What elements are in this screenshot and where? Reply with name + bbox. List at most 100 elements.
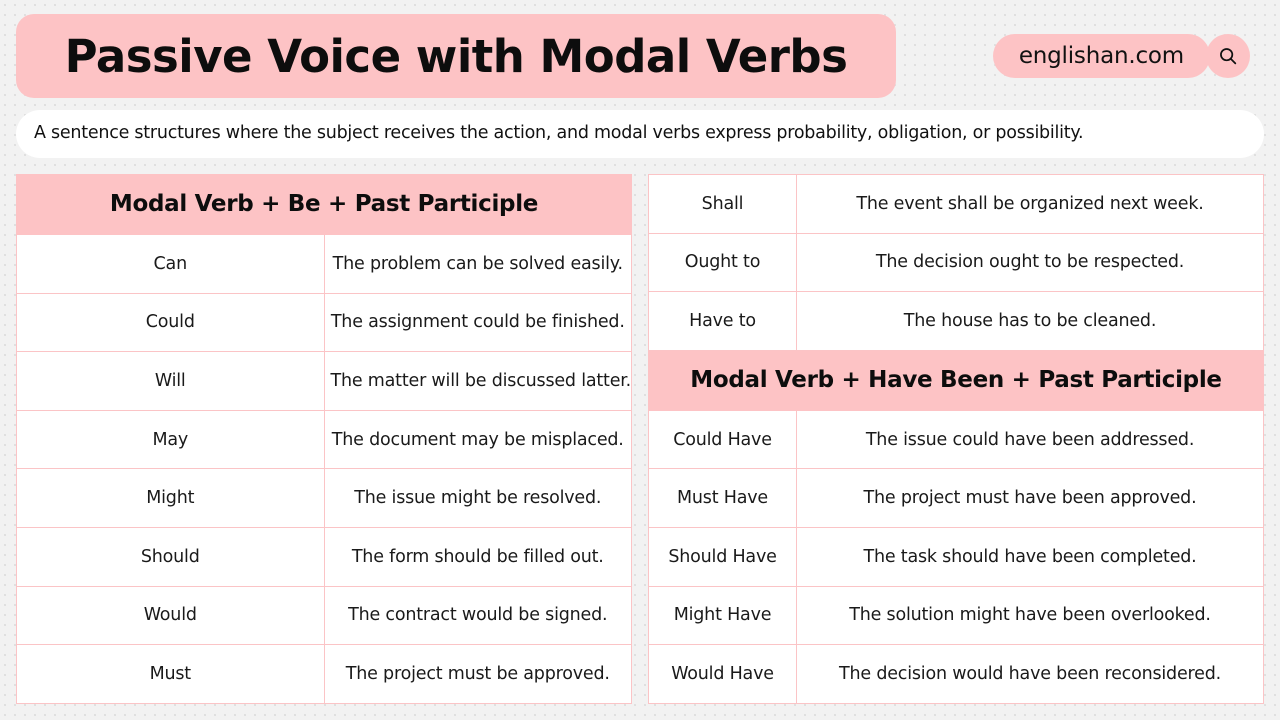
modal-label: Can: [153, 253, 188, 274]
modal-label: Have to: [689, 310, 756, 331]
table-row[interactable]: Would The contract would be signed.: [16, 585, 632, 646]
example-cell: The event shall be organized next week.: [796, 174, 1264, 234]
brand-badge[interactable]: englishan.com: [992, 34, 1250, 78]
band-label: Modal Verb + Have Been + Past Participle: [690, 366, 1222, 393]
subtitle-banner: A sentence structures where the subject …: [16, 110, 1264, 158]
table-band-row: Modal Verb + Have Been + Past Participle: [648, 349, 1264, 411]
example-text: The project must have been approved.: [863, 488, 1197, 509]
search-button[interactable]: [1206, 34, 1250, 78]
modal-cell: Should: [16, 526, 325, 587]
example-text: The document may be misplaced.: [331, 429, 624, 450]
table-row[interactable]: Shall The event shall be organized next …: [648, 174, 1264, 234]
modal-have-been-past-participle-table: Shall The event shall be organized next …: [648, 174, 1264, 704]
example-cell: The project must have been approved.: [796, 468, 1264, 528]
example-text: The house has to be cleaned.: [903, 310, 1157, 331]
example-cell: The contract would be signed.: [323, 585, 632, 646]
table-row[interactable]: Would Have The decision would have been …: [648, 644, 1264, 704]
modal-label: Shall: [701, 193, 744, 214]
example-text: The form should be filled out.: [351, 546, 604, 567]
example-text: The matter will be discussed latter.: [330, 370, 632, 391]
table-row[interactable]: Must The project must be approved.: [16, 644, 632, 704]
right-column: Shall The event shall be organized next …: [648, 174, 1264, 704]
subtitle-text: A sentence structures where the subject …: [34, 123, 1084, 144]
example-text: The assignment could be finished.: [330, 312, 625, 333]
title-banner: Passive Voice with Modal Verbs: [16, 14, 896, 98]
band-cell: Modal Verb + Have Been + Past Participle: [648, 349, 1264, 411]
table-band-row: Modal Verb + Be + Past Participle: [16, 174, 632, 235]
example-cell: The task should have been completed.: [796, 526, 1264, 587]
table-row[interactable]: Can The problem can be solved easily.: [16, 234, 632, 294]
modal-label: Would Have: [671, 663, 774, 684]
modal-cell: Shall: [648, 174, 797, 234]
example-text: The contract would be signed.: [348, 605, 608, 626]
modal-label: Might Have: [673, 605, 772, 626]
modal-label: Must Have: [677, 488, 768, 509]
example-cell: The document may be misplaced.: [323, 409, 632, 470]
modal-cell: Might: [16, 468, 325, 528]
page-title: Passive Voice with Modal Verbs: [64, 29, 848, 83]
modal-cell: Have to: [648, 291, 797, 351]
modal-label: Might: [146, 488, 195, 509]
modal-cell: Ought to: [648, 232, 797, 293]
example-text: The task should have been completed.: [863, 546, 1197, 567]
brand-name: englishan.com: [1018, 42, 1184, 69]
example-text: The decision would have been reconsidere…: [839, 663, 1221, 684]
table-row[interactable]: May The document may be misplaced.: [16, 409, 632, 470]
modal-cell: Should Have: [648, 526, 797, 587]
table-row[interactable]: Could The assignment could be finished.: [16, 292, 632, 353]
modal-label: Ought to: [684, 252, 761, 273]
modal-cell: Will: [16, 351, 325, 411]
modal-cell: Can: [16, 234, 325, 294]
example-cell: The form should be filled out.: [323, 526, 632, 587]
table-row[interactable]: Might Have The solution might have been …: [648, 585, 1264, 646]
modal-label: Will: [154, 370, 186, 391]
band-cell: Modal Verb + Be + Past Participle: [16, 174, 632, 235]
example-cell: The issue could have been addressed.: [796, 409, 1264, 470]
table-row[interactable]: Should Have The task should have been co…: [648, 526, 1264, 587]
table-row[interactable]: Might The issue might be resolved.: [16, 468, 632, 528]
modal-label: Could Have: [673, 429, 772, 450]
table-row[interactable]: Have to The house has to be cleaned.: [648, 291, 1264, 351]
example-cell: The issue might be resolved.: [323, 468, 632, 528]
example-cell: The decision would have been reconsidere…: [796, 644, 1264, 704]
example-cell: The house has to be cleaned.: [796, 291, 1264, 351]
example-text: The solution might have been overlooked.: [849, 605, 1211, 626]
modal-cell: Must: [16, 644, 325, 704]
example-text: The decision ought to be respected.: [875, 252, 1185, 273]
modal-label: Must: [149, 663, 192, 684]
example-text: The event shall be organized next week.: [856, 193, 1204, 214]
band-label: Modal Verb + Be + Past Participle: [109, 191, 539, 217]
table-row[interactable]: Should The form should be filled out.: [16, 526, 632, 587]
modal-cell: May: [16, 409, 325, 470]
page-header: Passive Voice with Modal Verbs englishan…: [16, 14, 1264, 98]
search-icon: [1220, 48, 1237, 65]
table-row[interactable]: Ought to The decision ought to be respec…: [648, 232, 1264, 293]
example-cell: The assignment could be finished.: [323, 292, 632, 353]
modal-label: Should: [140, 546, 200, 567]
brand-pill[interactable]: englishan.com: [992, 34, 1210, 78]
modal-cell: Might Have: [648, 585, 797, 646]
content-columns: Modal Verb + Be + Past Participle Can Th…: [16, 174, 1264, 704]
modal-be-past-participle-table: Modal Verb + Be + Past Participle Can Th…: [16, 174, 632, 704]
modal-label: Should Have: [668, 546, 777, 567]
example-cell: The problem can be solved easily.: [323, 234, 632, 294]
example-text: The issue could have been addressed.: [865, 429, 1195, 450]
modal-label: Would: [143, 605, 197, 626]
modal-cell: Could Have: [648, 409, 797, 470]
example-cell: The decision ought to be respected.: [796, 232, 1264, 293]
modal-label: Could: [145, 312, 195, 333]
example-text: The problem can be solved easily.: [332, 253, 623, 274]
example-cell: The matter will be discussed latter.: [323, 351, 632, 411]
modal-cell: Would: [16, 585, 325, 646]
modal-cell: Would Have: [648, 644, 797, 704]
left-column: Modal Verb + Be + Past Participle Can Th…: [16, 174, 632, 704]
example-cell: The project must be approved.: [323, 644, 632, 704]
table-row[interactable]: Will The matter will be discussed latter…: [16, 351, 632, 411]
example-cell: The solution might have been overlooked.: [796, 585, 1264, 646]
example-text: The project must be approved.: [345, 663, 610, 684]
example-text: The issue might be resolved.: [354, 488, 602, 509]
modal-cell: Must Have: [648, 468, 797, 528]
modal-label: May: [152, 429, 189, 450]
table-row[interactable]: Could Have The issue could have been add…: [648, 409, 1264, 470]
table-row[interactable]: Must Have The project must have been app…: [648, 468, 1264, 528]
